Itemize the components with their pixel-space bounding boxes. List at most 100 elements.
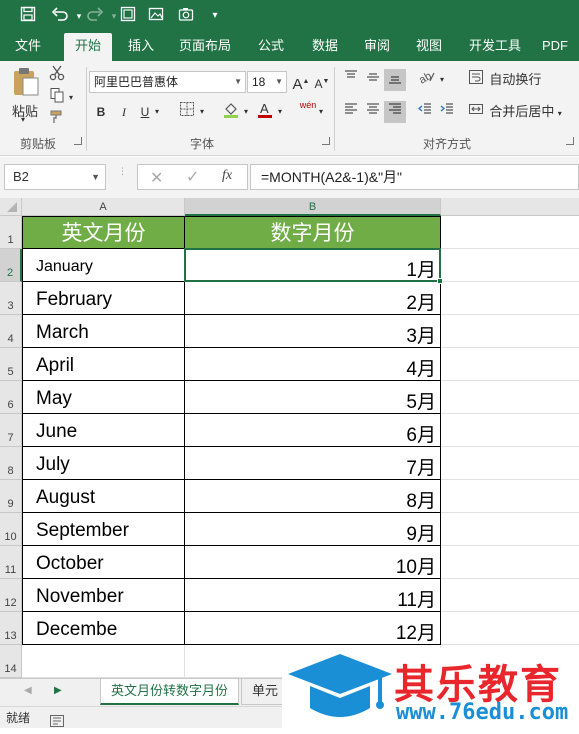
alignment-launcher-icon[interactable] bbox=[566, 137, 574, 145]
cell-english-month[interactable]: April bbox=[22, 348, 185, 381]
cell-number-month[interactable]: 3月 bbox=[185, 315, 441, 348]
row-header-1[interactable]: 1 bbox=[0, 216, 22, 249]
cell-number-month[interactable]: 5月 bbox=[185, 381, 441, 414]
paste-button[interactable]: 粘贴 ▾ bbox=[8, 65, 44, 125]
borders-dropdown-icon[interactable]: ▾ bbox=[197, 101, 207, 123]
header-number-month[interactable]: 数字月份 bbox=[185, 216, 441, 249]
tab-formulas[interactable]: 公式 bbox=[250, 33, 292, 61]
align-bottom-icon[interactable] bbox=[384, 69, 406, 91]
tab-review[interactable]: 审阅 bbox=[356, 33, 398, 61]
cut-icon[interactable] bbox=[46, 65, 68, 87]
copy-icon[interactable] bbox=[46, 87, 68, 109]
align-center-icon[interactable] bbox=[362, 101, 384, 123]
save-icon[interactable] bbox=[18, 6, 38, 26]
fill-color-dropdown-icon[interactable]: ▾ bbox=[241, 101, 251, 123]
cell-number-month[interactable]: 8月 bbox=[185, 480, 441, 513]
align-left-icon[interactable] bbox=[340, 101, 362, 123]
fill-color-icon[interactable] bbox=[220, 101, 242, 123]
font-color-dropdown-icon[interactable]: ▾ bbox=[275, 101, 285, 123]
bold-button[interactable]: B bbox=[90, 101, 112, 123]
fill-handle[interactable] bbox=[437, 278, 443, 284]
tab-home[interactable]: 开始 bbox=[64, 33, 112, 61]
redo-icon[interactable] bbox=[85, 6, 105, 26]
decrease-font-icon[interactable]: A▼ bbox=[311, 71, 333, 93]
tab-data[interactable]: 数据 bbox=[304, 33, 346, 61]
name-box[interactable]: B2 ▼ bbox=[4, 164, 106, 190]
clipboard-launcher-icon[interactable] bbox=[74, 137, 82, 145]
underline-dropdown-icon[interactable]: ▾ bbox=[152, 101, 162, 123]
row-header-10[interactable]: 10 bbox=[0, 513, 22, 546]
customize-icon[interactable]: ▾ bbox=[205, 6, 225, 26]
cell-number-month[interactable]: 4月 bbox=[185, 348, 441, 381]
cell-english-month[interactable]: May bbox=[22, 381, 185, 414]
enter-icon[interactable]: ✓ bbox=[186, 167, 199, 187]
cell-number-month[interactable]: 7月 bbox=[185, 447, 441, 480]
italic-button[interactable]: I bbox=[113, 101, 135, 123]
row-header-13[interactable]: 13 bbox=[0, 612, 22, 645]
cell-number-month[interactable]: 10月 bbox=[185, 546, 441, 579]
insert-function-icon[interactable]: fx bbox=[222, 168, 232, 184]
cell-english-month[interactable]: June bbox=[22, 414, 185, 447]
cancel-icon[interactable]: ✕ bbox=[150, 168, 163, 188]
cell-english-month[interactable]: Decembe bbox=[22, 612, 185, 645]
row-header-9[interactable]: 9 bbox=[0, 480, 22, 513]
tab-insert[interactable]: 插入 bbox=[120, 33, 162, 61]
cell-english-month[interactable]: August bbox=[22, 480, 185, 513]
scroll-tabs-right-icon[interactable]: ▶ bbox=[54, 685, 62, 696]
increase-font-icon[interactable]: A▲ bbox=[290, 71, 312, 93]
header-english-month[interactable]: 英文月份 bbox=[22, 216, 185, 249]
cell-english-month[interactable]: October bbox=[22, 546, 185, 579]
row-header-7[interactable]: 7 bbox=[0, 414, 22, 447]
row-header-2[interactable]: 2 bbox=[0, 249, 22, 282]
tab-view[interactable]: 视图 bbox=[408, 33, 450, 61]
cell-number-month[interactable]: 6月 bbox=[185, 414, 441, 447]
undo-icon[interactable] bbox=[50, 6, 70, 26]
formula-bar-grip-icon[interactable]: ⋮ bbox=[118, 167, 127, 185]
cell-english-month[interactable]: September bbox=[22, 513, 185, 546]
cell-english-month[interactable]: February bbox=[22, 282, 185, 315]
increase-indent-icon[interactable] bbox=[436, 101, 458, 123]
align-middle-icon[interactable] bbox=[362, 69, 384, 91]
scroll-tabs-left-icon[interactable]: ◀ bbox=[24, 685, 32, 696]
merge-center-button[interactable]: 合并后居中 ▾ bbox=[468, 101, 576, 123]
cell-number-month[interactable]: 11月 bbox=[185, 579, 441, 612]
tab-page-layout[interactable]: 页面布局 bbox=[174, 33, 236, 61]
cell-number-month[interactable]: 1月 bbox=[185, 249, 441, 282]
cell-number-month[interactable]: 2月 bbox=[185, 282, 441, 315]
row-header-11[interactable]: 11 bbox=[0, 546, 22, 579]
font-color-icon[interactable]: A bbox=[254, 101, 276, 123]
form-icon[interactable] bbox=[118, 6, 138, 26]
cell-number-month[interactable]: 12月 bbox=[185, 612, 441, 645]
select-all-corner[interactable] bbox=[0, 198, 22, 216]
borders-icon[interactable] bbox=[176, 101, 198, 123]
align-right-icon[interactable] bbox=[384, 101, 406, 123]
tab-pdf[interactable]: PDF工 bbox=[542, 33, 579, 79]
cell-english-month[interactable]: March bbox=[22, 315, 185, 348]
format-painter-icon[interactable] bbox=[46, 109, 68, 131]
row-header-6[interactable]: 6 bbox=[0, 381, 22, 414]
sheet-tab-english-to-number[interactable]: 英文月份转数字月份 bbox=[100, 679, 240, 705]
row-header-8[interactable]: 8 bbox=[0, 447, 22, 480]
formula-input[interactable]: =MONTH(A2&-1)&"月" bbox=[250, 164, 579, 190]
orientation-dropdown-icon[interactable]: ▾ bbox=[437, 69, 447, 91]
column-header-a[interactable]: A bbox=[22, 198, 185, 216]
cell-english-month[interactable]: July bbox=[22, 447, 185, 480]
phonetic-dropdown-icon[interactable]: ▾ bbox=[316, 101, 326, 123]
font-name-select[interactable]: 阿里巴巴普惠体 ▼ bbox=[89, 71, 246, 93]
tab-developer[interactable]: 开发工具 bbox=[462, 33, 528, 61]
row-header-3[interactable]: 3 bbox=[0, 282, 22, 315]
row-header-4[interactable]: 4 bbox=[0, 315, 22, 348]
align-top-icon[interactable] bbox=[340, 69, 362, 91]
worksheet-grid[interactable]: A B 1 英文月份 数字月份 2 January 1月 3 February 2月 4 March… bbox=[0, 198, 579, 678]
row-header-12[interactable]: 12 bbox=[0, 579, 22, 612]
cell-english-month[interactable]: January bbox=[22, 249, 185, 282]
font-size-select[interactable]: 18 ▼ bbox=[247, 71, 287, 93]
cell-number-month[interactable]: 9月 bbox=[185, 513, 441, 546]
picture-icon[interactable] bbox=[146, 6, 166, 26]
row-header-5[interactable]: 5 bbox=[0, 348, 22, 381]
decrease-indent-icon[interactable] bbox=[414, 101, 436, 123]
wrap-text-button[interactable]: 自动换行 bbox=[468, 69, 568, 91]
macro-record-icon[interactable] bbox=[50, 712, 64, 734]
column-header-c[interactable] bbox=[441, 198, 579, 216]
orientation-icon[interactable]: ab bbox=[416, 69, 438, 91]
